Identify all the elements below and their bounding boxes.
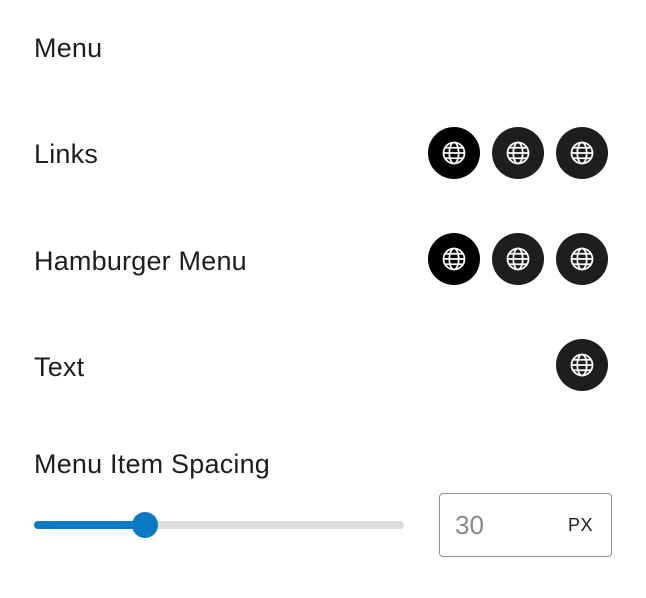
globe-icon xyxy=(506,247,530,271)
spacing-unit[interactable]: PX xyxy=(568,515,593,536)
hamburger-menu-label: Hamburger Menu xyxy=(34,246,247,276)
hamburger-menu-color-swatch-3[interactable] xyxy=(556,233,608,285)
links-color-swatch-1[interactable] xyxy=(428,127,480,179)
globe-icon xyxy=(570,353,594,377)
text-label: Text xyxy=(34,352,85,382)
menu-item-spacing-slider[interactable] xyxy=(34,512,404,538)
text-color-swatches xyxy=(556,339,608,391)
globe-icon xyxy=(442,141,466,165)
globe-icon xyxy=(570,247,594,271)
hamburger-menu-color-swatches xyxy=(428,233,608,285)
section-heading: Menu xyxy=(34,33,103,63)
links-color-swatch-2[interactable] xyxy=(492,127,544,179)
text-color-swatch-1[interactable] xyxy=(556,339,608,391)
hamburger-menu-color-swatch-2[interactable] xyxy=(492,233,544,285)
menu-item-spacing-label: Menu Item Spacing xyxy=(34,449,271,479)
globe-icon xyxy=(570,141,594,165)
globe-icon xyxy=(442,247,466,271)
menu-item-spacing-input[interactable]: 30 PX xyxy=(439,493,612,557)
slider-fill xyxy=(34,521,145,529)
menu-settings-panel: Menu Links Hamburger Menu Text Menu Item… xyxy=(0,0,646,598)
slider-thumb[interactable] xyxy=(132,512,158,538)
links-color-swatch-3[interactable] xyxy=(556,127,608,179)
spacing-value[interactable]: 30 xyxy=(455,510,568,541)
links-label: Links xyxy=(34,139,99,169)
links-color-swatches xyxy=(428,127,608,179)
hamburger-menu-color-swatch-1[interactable] xyxy=(428,233,480,285)
globe-icon xyxy=(506,141,530,165)
